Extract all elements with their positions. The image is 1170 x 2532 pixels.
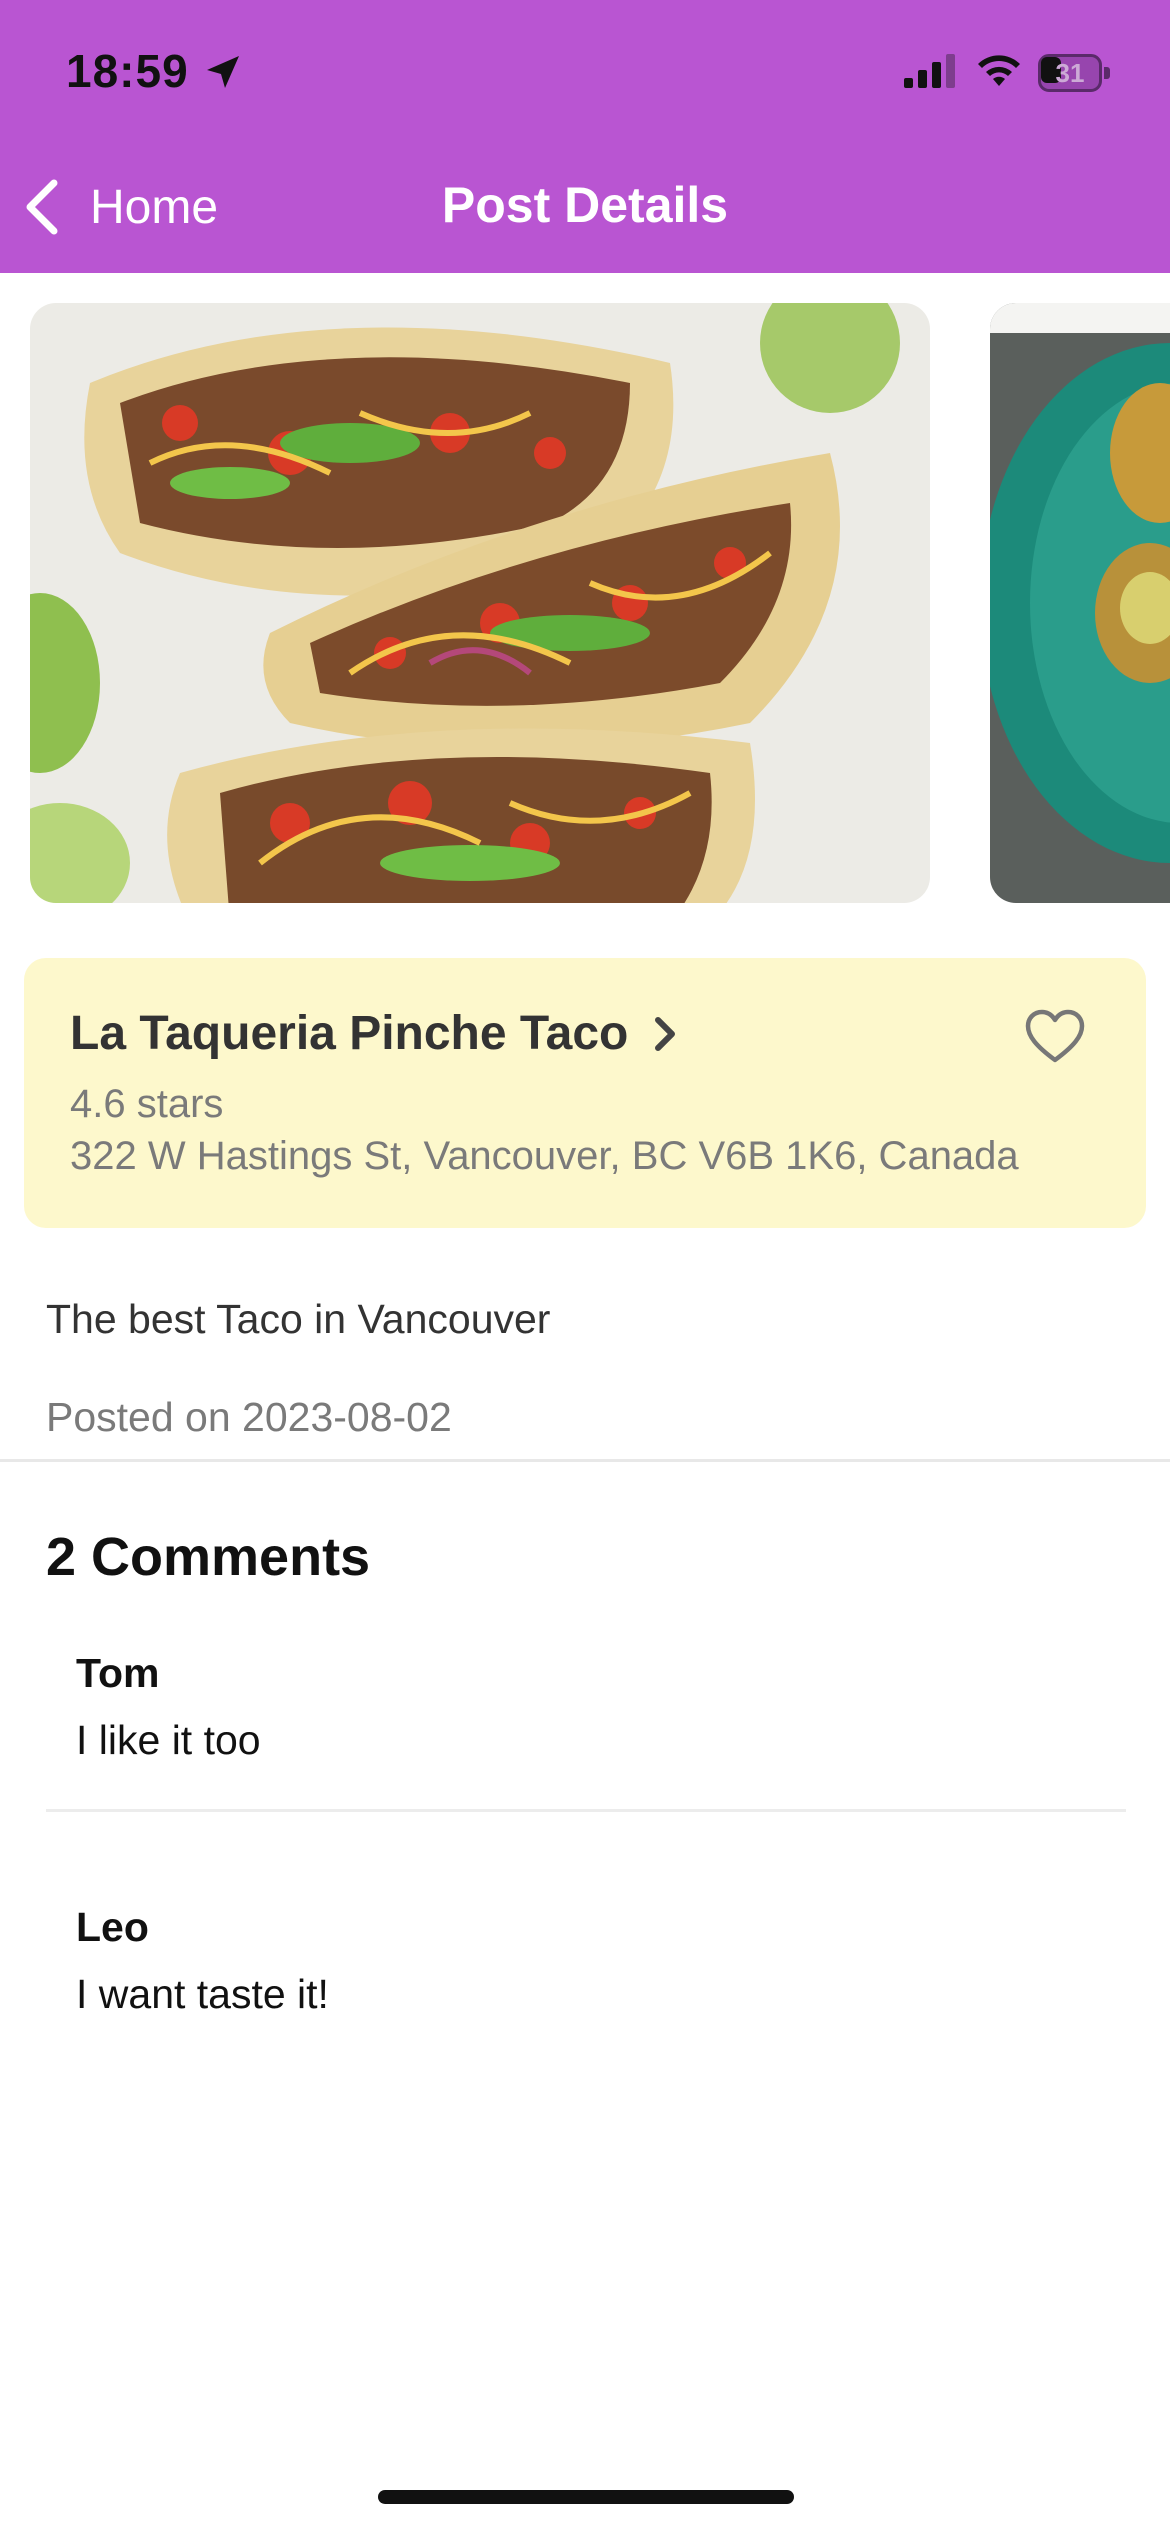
battery-icon: 31 xyxy=(1038,54,1110,92)
divider xyxy=(0,1459,1170,1462)
status-time: 18:59 xyxy=(66,45,189,97)
header-bar: 18:59 31 Home Post Details xyxy=(0,0,1170,273)
restaurant-address: 322 W Hastings St, Vancouver, BC V6B 1K6… xyxy=(70,1134,1019,1178)
comment-divider xyxy=(46,1809,1126,1812)
comment-text: I like it too xyxy=(76,1717,261,1763)
comment-author: Tom xyxy=(76,1650,160,1696)
chevron-right-icon xyxy=(655,1016,676,1051)
image-carousel[interactable] xyxy=(0,273,1170,913)
comment-item: Leo I want taste it! xyxy=(76,1904,329,2018)
cellular-signal-icon xyxy=(904,54,955,88)
post-date: Posted on 2023-08-02 xyxy=(46,1394,452,1440)
battery-level: 31 xyxy=(1055,58,1085,88)
post-text: The best Taco in Vancouver xyxy=(46,1296,551,1342)
restaurant-rating: 4.6 stars xyxy=(70,1082,224,1126)
tacos-photo[interactable] xyxy=(30,303,930,903)
restaurant-name: La Taqueria Pinche Taco xyxy=(70,1007,629,1060)
comment-author: Leo xyxy=(76,1904,149,1950)
location-arrow-icon xyxy=(207,56,239,88)
comments-heading: 2 Comments xyxy=(46,1527,371,1587)
wifi-icon xyxy=(978,55,1020,86)
page-title: Post Details xyxy=(441,177,729,233)
poppers-illustration xyxy=(990,303,1170,903)
comment-item: Tom I like it too xyxy=(76,1650,261,1764)
post-details-screen: 18:59 31 Home Post Details La Taqueria P… xyxy=(0,0,1170,2532)
restaurant-link[interactable]: La Taqueria Pinche Taco xyxy=(70,1006,678,1061)
tacos-illustration xyxy=(30,303,930,903)
restaurant-card[interactable]: La Taqueria Pinche Taco 4.6 stars 322 W … xyxy=(24,958,1146,1228)
jalapeno-poppers-photo[interactable] xyxy=(990,303,1170,903)
comment-text: I want taste it! xyxy=(76,1971,329,2017)
heart-icon[interactable] xyxy=(1024,1008,1086,1066)
home-indicator[interactable] xyxy=(378,2490,794,2504)
